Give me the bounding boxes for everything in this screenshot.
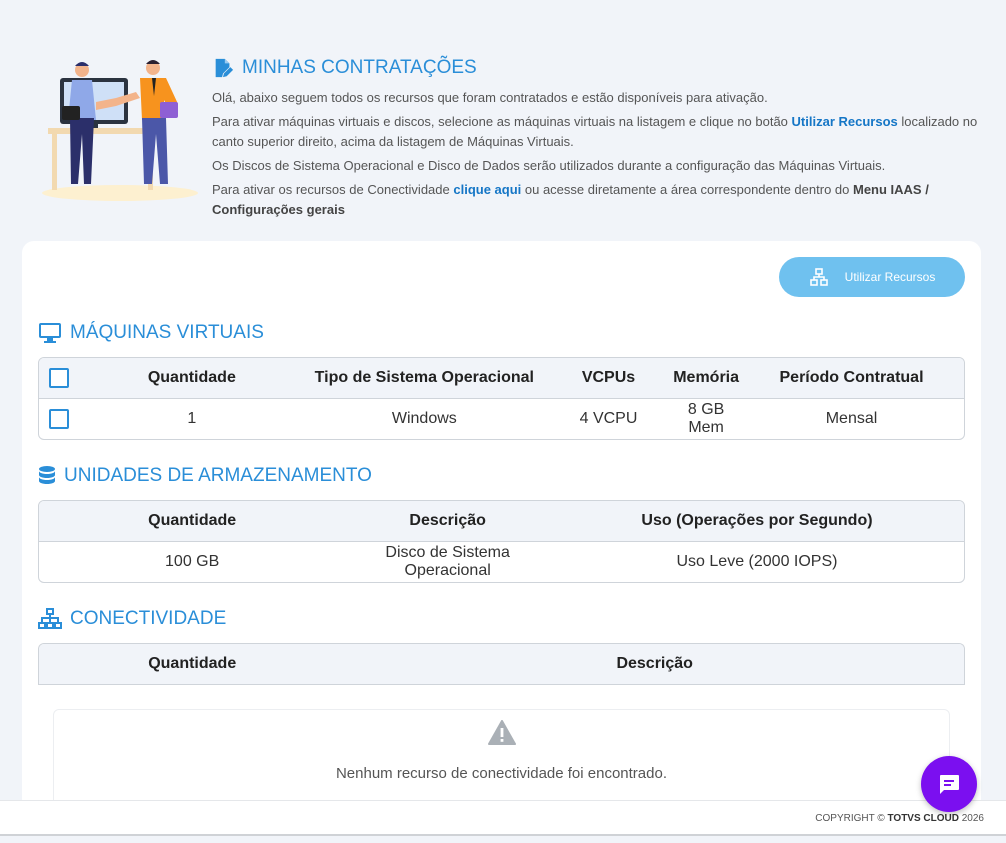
storage-uso: Uso Leve (2000 IOPS) [676,553,838,570]
footer: COPYRIGHT © TOTVS CLOUD 2026 [0,800,1006,836]
vms-header-periodo: Período Contratual [739,358,964,399]
page-title: MINHAS CONTRATAÇÕES [212,56,982,80]
use-resources-button[interactable]: Utilizar Recursos [779,257,965,297]
vms-title-text: MÁQUINAS VIRTUAIS [70,322,264,343]
connectivity-section-title: CONECTIVIDADE [38,606,226,632]
vm-memoria: 8 GB Mem [687,401,725,436]
intro-text-block: MINHAS CONTRATAÇÕES Olá, abaixo seguem t… [212,56,982,224]
storage-title-text: UNIDADES DE ARMAZENAMENTO [64,465,372,486]
intro-p4-before: Para ativar os recursos de Conectividade [212,182,454,197]
vms-header-vcpus: VCPUs [543,358,674,399]
row-checkbox[interactable] [48,409,69,429]
brand-name: TOTVS CLOUD [887,813,959,824]
vms-header-tipo: Tipo de Sistema Operacional [304,358,544,399]
use-resources-label: Utilizar Recursos [844,270,936,284]
vms-select-all-cell [39,358,79,399]
network-icon [809,268,828,286]
intro-p4-middle: ou acesse diretamente a área corresponde… [521,182,853,197]
page-title-text: MINHAS CONTRATAÇÕES [242,57,477,78]
connectivity-title-text: CONECTIVIDADE [70,608,227,629]
monitor-icon [39,323,61,343]
storage-descricao: Disco de Sistema Operacional [385,544,510,579]
vms-section-title: MÁQUINAS VIRTUAIS [38,320,264,346]
storage-table: Quantidade Descrição Uso (Operações por … [38,500,965,583]
network-icon [38,608,62,629]
storage-header-row: Quantidade Descrição Uso (Operações por … [39,501,964,542]
vms-header-row: Quantidade Tipo de Sistema Operacional V… [39,358,964,399]
connectivity-header-quantidade: Quantidade [39,644,346,685]
connectivity-table: Quantidade Descrição [38,643,965,685]
copyright-prefix: COPYRIGHT © [815,813,888,824]
vms-header-quantidade: Quantidade [78,358,305,399]
storage-quantidade: 100 GB [165,553,220,570]
vms-header-memoria: Memória [673,358,740,399]
row-select-cell [39,399,79,439]
empty-message: Nenhum recurso de conectividade foi enco… [335,765,668,782]
edit-document-icon [215,58,234,78]
warning-icon [487,720,516,745]
intro-paragraph-1: Olá, abaixo seguem todos os recursos que… [212,90,768,105]
table-row[interactable]: 1 Windows 4 VCPU 8 GB Mem Mensal [39,399,964,439]
clique-aqui-link[interactable]: clique aqui [453,182,521,197]
select-all-checkbox[interactable] [48,368,69,388]
utilizar-recursos-link[interactable]: Utilizar Recursos [792,114,898,129]
storage-header-quantidade: Quantidade [39,501,346,542]
storage-header-descricao: Descrição [345,501,550,542]
vm-quantidade: 1 [187,410,197,427]
intro-section: MINHAS CONTRATAÇÕES Olá, abaixo seguem t… [0,0,1006,240]
connectivity-header-row: Quantidade Descrição [39,644,964,685]
storage-header-uso: Uso (Operações por Segundo) [549,501,964,542]
vm-tipo: Windows [391,410,457,427]
intro-paragraph-2: Para ativar máquinas virtuais e discos, … [212,112,982,152]
intro-paragraph-4: Para ativar os recursos de Conectividade… [212,180,982,220]
storage-section-title: UNIDADES DE ARMAZENAMENTO [38,463,372,489]
connectivity-header-descricao: Descrição [345,644,964,685]
vm-periodo: Mensal [825,410,878,427]
resources-card: Utilizar Recursos MÁQUINAS VIRTUAIS Quan… [22,241,981,819]
chat-bubble-icon [940,775,959,794]
intro-p2-before: Para ativar máquinas virtuais e discos, … [212,114,792,129]
intro-paragraph-3: Os Discos de Sistema Operacional e Disco… [212,158,886,173]
chat-button[interactable] [921,756,977,812]
database-icon [39,466,55,484]
handshake-illustration [42,60,198,201]
table-row: 100 GB Disco de Sistema Operacional Uso … [39,542,964,582]
vms-table: Quantidade Tipo de Sistema Operacional V… [38,357,965,440]
vm-vcpus: 4 VCPU [579,410,638,427]
copyright-year: 2026 [958,813,984,824]
